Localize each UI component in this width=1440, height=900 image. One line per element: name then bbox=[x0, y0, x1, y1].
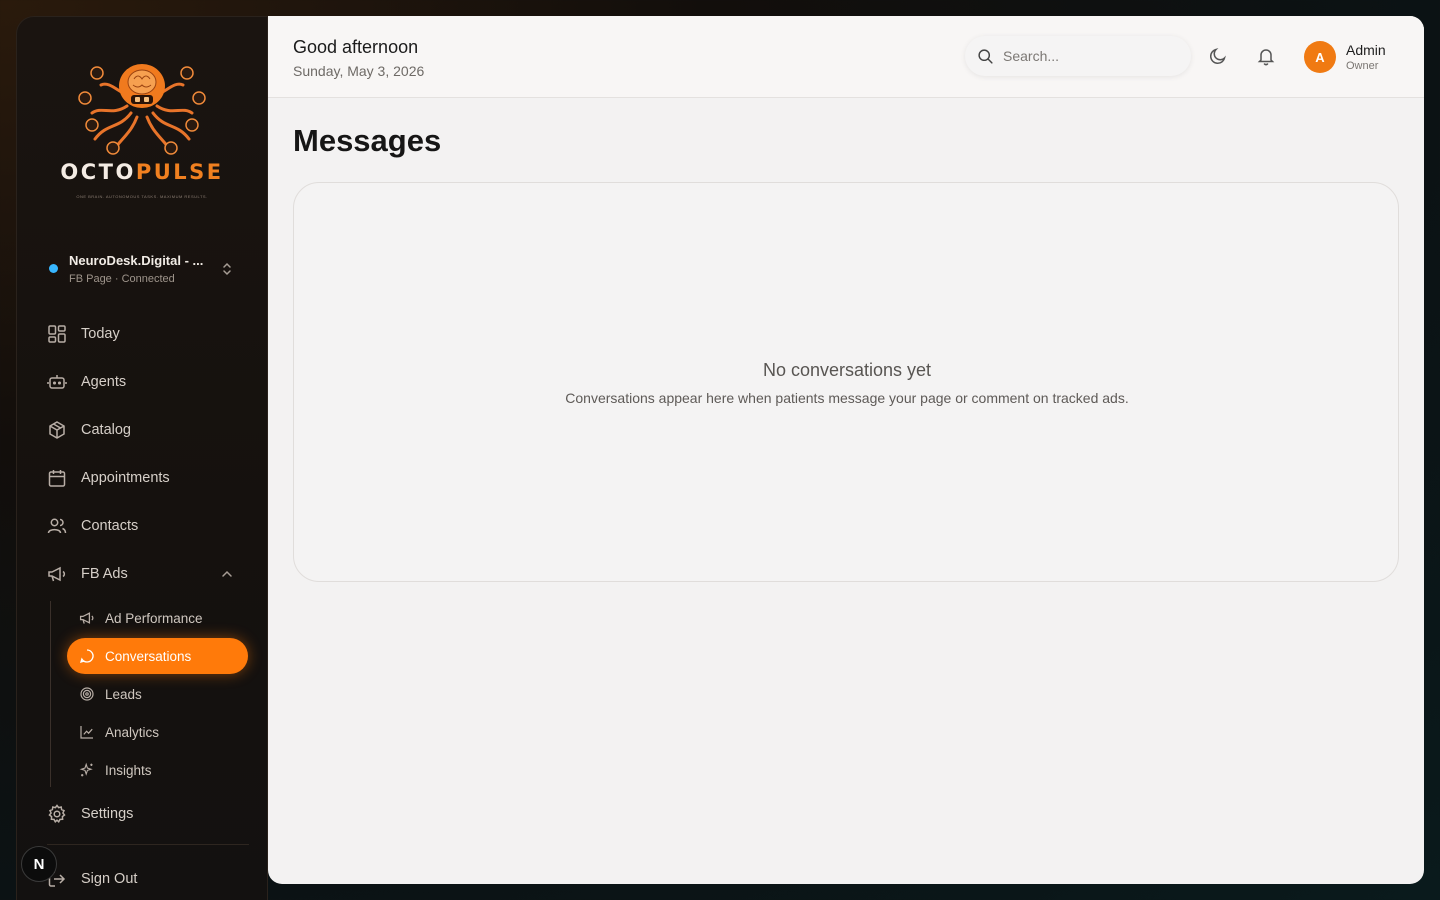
sub-label-conversations: Conversations bbox=[105, 648, 192, 664]
sub-item-leads[interactable]: Leads bbox=[67, 676, 248, 712]
sub-item-conversations[interactable]: Conversations bbox=[67, 638, 248, 674]
nav-item-today[interactable]: Today bbox=[47, 316, 247, 352]
chevron-up-icon[interactable] bbox=[219, 566, 235, 582]
account-name: NeuroDesk.Digital - ... bbox=[69, 253, 204, 268]
nav-label-settings: Settings bbox=[81, 806, 134, 822]
calendar-icon bbox=[48, 470, 66, 487]
main-panel: Good afternoon Sunday, May 3, 2026 A Adm… bbox=[268, 16, 1424, 884]
dashboard-grid-icon bbox=[48, 325, 66, 343]
user-role: Owner bbox=[1346, 60, 1379, 72]
bot-icon bbox=[47, 375, 67, 389]
subnav-divider-line bbox=[50, 601, 51, 787]
nav-label-sign-out: Sign Out bbox=[81, 871, 138, 887]
package-icon bbox=[49, 421, 65, 439]
current-date: Sunday, May 3, 2026 bbox=[293, 63, 425, 79]
search-input[interactable] bbox=[1003, 48, 1173, 64]
greeting: Good afternoon bbox=[293, 37, 419, 57]
nav-item-sign-out[interactable]: Sign Out bbox=[47, 861, 247, 897]
page-title: Messages bbox=[293, 123, 442, 158]
nav-item-agents[interactable]: Agents bbox=[47, 364, 247, 400]
connection-status-dot bbox=[49, 264, 58, 273]
message-circle-icon bbox=[79, 649, 94, 664]
megaphone-icon bbox=[48, 566, 66, 582]
nav-item-fb-ads[interactable]: FB Ads bbox=[47, 556, 247, 592]
user-name[interactable]: Admin bbox=[1346, 42, 1386, 58]
brand-wordmark: OCTOPULSE bbox=[57, 160, 227, 184]
brand-tagline: ONE BRAIN. AUTONOMOUS TASKS. MAXIMUM RES… bbox=[76, 194, 208, 199]
brand-name-part2: PULSE bbox=[135, 160, 224, 184]
nav-label-contacts: Contacts bbox=[81, 518, 139, 534]
chevron-up-down-icon bbox=[223, 262, 231, 276]
n-floating-badge[interactable]: N bbox=[21, 846, 57, 882]
sub-label-ad-performance: Ad Performance bbox=[105, 610, 203, 626]
gear-icon bbox=[48, 804, 66, 824]
empty-state-subtitle: Conversations appear here when patients … bbox=[565, 390, 1129, 406]
sidebar: OCTOPULSE ONE BRAIN. AUTONOMOUS TASKS. M… bbox=[16, 16, 268, 900]
nav-label-catalog: Catalog bbox=[81, 422, 131, 438]
megaphone-icon bbox=[79, 612, 94, 624]
line-chart-icon bbox=[80, 726, 93, 739]
account-status: FB Page · Connected bbox=[69, 273, 175, 285]
nav-item-catalog[interactable]: Catalog bbox=[47, 412, 247, 448]
empty-state-title: No conversations yet bbox=[762, 360, 932, 380]
users-icon bbox=[47, 518, 67, 534]
octopus-icon bbox=[78, 64, 206, 155]
target-icon bbox=[80, 687, 94, 701]
sparkles-icon bbox=[79, 762, 93, 777]
nav-label-today: Today bbox=[81, 326, 120, 342]
brand-name-part1: OCTO bbox=[60, 160, 136, 184]
conversations-empty-state: No conversations yet Conversations appea… bbox=[293, 182, 1399, 582]
sub-label-insights: Insights bbox=[105, 762, 152, 778]
nav-label-appointments: Appointments bbox=[81, 470, 170, 486]
account-switcher[interactable]: NeuroDesk.Digital - ... FB Page · Connec… bbox=[49, 253, 239, 289]
sub-item-ad-performance[interactable]: Ad Performance bbox=[67, 600, 248, 636]
sub-item-insights[interactable]: Insights bbox=[67, 752, 248, 788]
brand-logo[interactable]: OCTOPULSE ONE BRAIN. AUTONOMOUS TASKS. M… bbox=[57, 51, 227, 201]
sub-label-leads: Leads bbox=[105, 686, 142, 702]
sub-item-analytics[interactable]: Analytics bbox=[67, 714, 248, 750]
top-header: Good afternoon Sunday, May 3, 2026 A Adm… bbox=[268, 16, 1424, 98]
sub-label-analytics: Analytics bbox=[105, 724, 160, 740]
nav-item-contacts[interactable]: Contacts bbox=[47, 508, 247, 544]
nav-label-agents: Agents bbox=[81, 374, 127, 390]
moon-icon[interactable] bbox=[1208, 46, 1228, 66]
nav-item-appointments[interactable]: Appointments bbox=[47, 460, 247, 496]
sidebar-divider bbox=[47, 844, 249, 845]
nav-label-fb-ads: FB Ads bbox=[81, 566, 128, 582]
search-box[interactable] bbox=[965, 36, 1191, 76]
nav-item-settings[interactable]: Settings bbox=[47, 796, 247, 832]
search-icon bbox=[978, 48, 993, 64]
avatar[interactable]: A bbox=[1304, 41, 1336, 73]
bell-icon[interactable] bbox=[1256, 46, 1276, 66]
